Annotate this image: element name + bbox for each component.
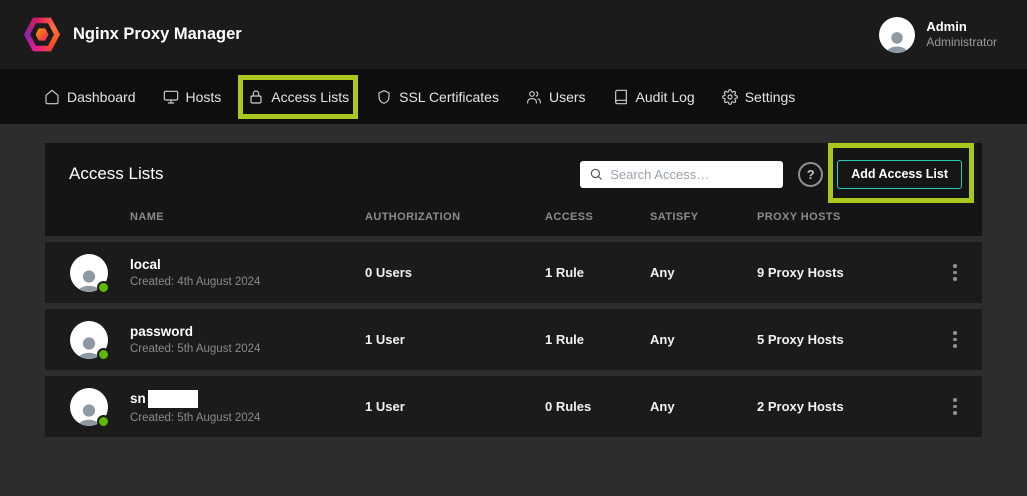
column-header-name: NAME xyxy=(130,211,365,223)
shield-icon xyxy=(376,89,392,105)
user-avatar xyxy=(879,17,915,53)
status-online-dot xyxy=(97,281,110,294)
monitor-icon xyxy=(163,89,179,105)
status-online-dot xyxy=(97,348,110,361)
search-icon xyxy=(589,167,603,181)
person-icon xyxy=(882,28,912,53)
access-cell: 0 Rules xyxy=(545,399,650,414)
nav-label: SSL Certificates xyxy=(399,89,499,105)
app-title: Nginx Proxy Manager xyxy=(73,25,242,44)
redaction-box xyxy=(148,390,198,408)
nav-item-ssl-certificates[interactable]: SSL Certificates xyxy=(376,89,499,105)
search-input[interactable] xyxy=(610,167,786,182)
main-nav: Dashboard Hosts Access Lists SSL Certifi… xyxy=(0,69,1027,124)
table-body: local Created: 4th August 2024 0 Users 1… xyxy=(45,242,982,437)
nav-label: Settings xyxy=(745,89,796,105)
nav-item-dashboard[interactable]: Dashboard xyxy=(44,89,136,105)
app-header: Nginx Proxy Manager Admin Administrator xyxy=(0,0,1027,69)
nav-item-users[interactable]: Users xyxy=(526,89,586,105)
column-header-access: ACCESS xyxy=(545,211,650,223)
help-button[interactable]: ? xyxy=(798,162,823,187)
nav-label: Dashboard xyxy=(67,89,136,105)
nav-item-settings[interactable]: Settings xyxy=(722,89,796,105)
authorization-cell: 1 User xyxy=(365,332,545,347)
nav-item-audit-log[interactable]: Audit Log xyxy=(613,89,695,105)
access-cell: 1 Rule xyxy=(545,265,650,280)
app-brand[interactable]: Nginx Proxy Manager xyxy=(24,17,242,53)
user-menu[interactable]: Admin Administrator xyxy=(879,17,997,53)
access-list-name: sn xyxy=(130,391,146,406)
nav-item-access-lists[interactable]: Access Lists xyxy=(248,89,349,105)
table-row[interactable]: sn Created: 5th August 2024 1 User 0 Rul… xyxy=(45,376,982,437)
satisfy-cell: Any xyxy=(650,332,757,347)
proxy-hosts-cell: 9 Proxy Hosts xyxy=(757,265,944,280)
row-actions-menu-button[interactable] xyxy=(944,394,966,419)
satisfy-cell: Any xyxy=(650,399,757,414)
row-actions-menu-button[interactable] xyxy=(944,327,966,352)
satisfy-cell: Any xyxy=(650,265,757,280)
authorization-cell: 1 User xyxy=(365,399,545,414)
access-list-name: local xyxy=(130,257,161,272)
proxy-hosts-cell: 5 Proxy Hosts xyxy=(757,332,944,347)
nav-item-hosts[interactable]: Hosts xyxy=(163,89,222,105)
page-title: Access Lists xyxy=(65,164,163,184)
column-header-authorization: AUTHORIZATION xyxy=(365,211,545,223)
table-header-row: NAME AUTHORIZATION ACCESS SATISFY PROXY … xyxy=(65,211,962,223)
search-box xyxy=(580,161,783,188)
access-cell: 1 Rule xyxy=(545,332,650,347)
nav-label: Access Lists xyxy=(271,89,349,105)
access-list-name: password xyxy=(130,324,193,339)
created-date: Created: 5th August 2024 xyxy=(130,343,365,355)
nav-label: Users xyxy=(549,89,586,105)
table-row[interactable]: local Created: 4th August 2024 0 Users 1… xyxy=(45,242,982,303)
page-content: Access Lists ? Add Access List NAME AUTH… xyxy=(0,124,1027,437)
column-header-satisfy: SATISFY xyxy=(650,211,757,223)
users-icon xyxy=(526,89,542,105)
authorization-cell: 0 Users xyxy=(365,265,545,280)
user-name: Admin xyxy=(926,19,997,35)
nav-label: Hosts xyxy=(186,89,222,105)
row-avatar xyxy=(70,388,108,426)
access-lists-card: Access Lists ? Add Access List NAME AUTH… xyxy=(45,143,982,437)
created-date: Created: 5th August 2024 xyxy=(130,412,365,424)
book-icon xyxy=(613,89,629,105)
table-row[interactable]: password Created: 5th August 2024 1 User… xyxy=(45,309,982,370)
nginx-proxy-manager-logo-icon xyxy=(24,17,60,53)
row-avatar xyxy=(70,321,108,359)
nav-label: Audit Log xyxy=(636,89,695,105)
gear-icon xyxy=(722,89,738,105)
home-icon xyxy=(44,89,60,105)
row-avatar xyxy=(70,254,108,292)
user-role: Administrator xyxy=(926,35,997,50)
lock-icon xyxy=(248,89,264,105)
add-access-list-button[interactable]: Add Access List xyxy=(837,160,962,189)
proxy-hosts-cell: 2 Proxy Hosts xyxy=(757,399,944,414)
column-header-proxy-hosts: PROXY HOSTS xyxy=(757,211,962,223)
created-date: Created: 4th August 2024 xyxy=(130,276,365,288)
row-actions-menu-button[interactable] xyxy=(944,260,966,285)
status-online-dot xyxy=(97,415,110,428)
card-header: Access Lists ? Add Access List NAME AUTH… xyxy=(45,143,982,236)
